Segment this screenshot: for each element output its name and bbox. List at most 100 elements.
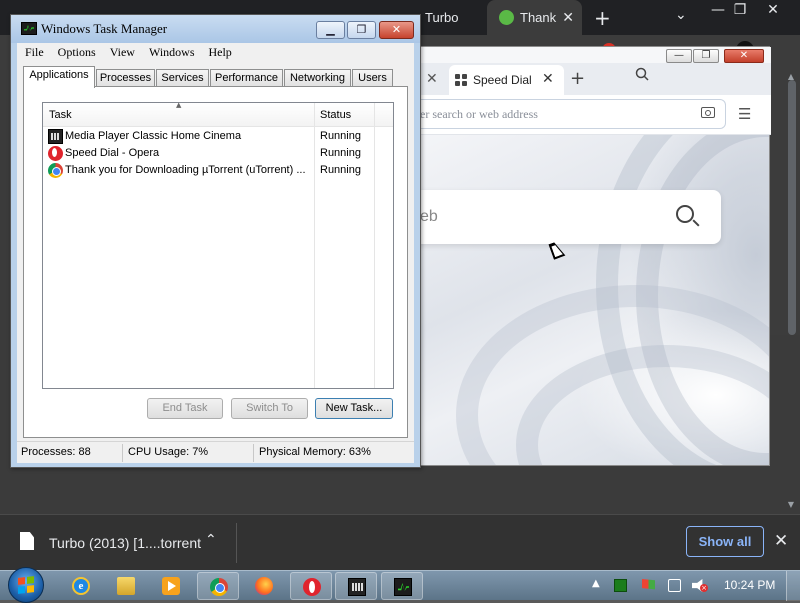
settings-sliders-icon[interactable]: ☰ [738,105,751,123]
utorrent-icon [499,10,514,25]
chrome-tab-label: Turbo [425,10,459,25]
search-icon[interactable] [676,205,694,223]
task-manager-body: File Options View Windows Help Applicati… [17,43,414,463]
tab-close-icon[interactable]: ✕ [562,9,574,26]
taskbar-explorer[interactable] [105,572,147,600]
menu-bar: File Options View Windows Help [17,43,414,61]
tab-performance[interactable]: Performance [210,69,283,87]
task-status: Running [320,147,361,159]
new-tab-button[interactable]: + [570,68,585,89]
taskbar-chrome[interactable] [197,572,239,600]
tab-networking[interactable]: Networking [284,69,351,87]
table-row[interactable]: Media Player Classic Home Cinema Running [43,128,393,145]
chevron-up-icon[interactable]: ⌃ [205,532,217,548]
chrome-close-button[interactable]: ✕ [758,0,788,20]
tab-services[interactable]: Services [156,69,209,87]
show-desktop-button[interactable] [786,571,800,601]
minimize-button[interactable]: ▁ [316,21,345,39]
chrome-icon [48,163,63,178]
task-manager-icon [394,578,412,596]
physical-memory: Physical Memory: 63% [259,446,371,458]
chrome-restore-button[interactable]: ❐ [725,0,755,20]
task-manager-titlebar[interactable]: Windows Task Manager ▁ ❐ ✕ [11,15,420,43]
opera-titlebar: — ❐ ✕ [416,47,771,63]
taskbar-mpc[interactable] [335,572,377,600]
opera-close-button[interactable]: ✕ [724,49,764,63]
taskbar-firefox[interactable] [243,572,285,600]
show-all-button[interactable]: Show all [686,526,764,557]
opera-icon [48,146,63,161]
status-divider [122,444,123,462]
chrome-icon [210,578,228,596]
menu-file[interactable]: File [25,43,44,61]
scroll-up-arrow-icon[interactable]: ▲ [788,72,794,81]
search-tabs-icon[interactable] [635,67,649,85]
divider [236,523,237,563]
tab-close-icon[interactable]: ✕ [542,71,554,87]
muted-icon: × [700,584,708,592]
column-header-task[interactable]: Task [49,109,72,121]
tab-users[interactable]: Users [352,69,393,87]
close-download-bar-icon[interactable]: ✕ [774,531,788,551]
chrome-tab-label: Thank [520,10,557,25]
address-input[interactable]: er search or web address [416,99,726,129]
speed-dial-search-box[interactable]: eb [416,190,721,244]
mpc-icon [348,578,366,596]
cpu-usage: CPU Usage: 7% [128,446,209,458]
search-input[interactable]: eb [420,208,438,226]
taskbar-internet-explorer[interactable]: e [60,572,102,600]
network-icon[interactable] [668,579,681,592]
column-header-status[interactable]: Status [320,109,351,121]
clock[interactable]: 10:24 PM [724,578,775,592]
end-task-button[interactable]: End Task [147,398,223,419]
scroll-down-arrow-icon[interactable]: ▼ [788,500,794,509]
task-manager-window: Windows Task Manager ▁ ❐ ✕ File Options … [10,14,421,468]
task-name: Media Player Classic Home Cinema [65,130,242,142]
start-button[interactable] [8,567,44,603]
taskbar-task-manager[interactable] [381,572,423,600]
tab-search-dropdown-icon[interactable]: ⌄ [675,7,687,23]
applications-panel: Task ▲ Status Media Player Classic Home … [23,86,408,438]
download-file-name[interactable]: Turbo (2013) [1....torrent [49,535,201,551]
sort-ascending-icon: ▲ [176,101,182,109]
download-bar: Turbo (2013) [1....torrent ⌃ Show all ✕ [0,514,800,570]
mpc-icon [48,129,63,144]
table-row[interactable]: Speed Dial - Opera Running [43,145,393,162]
list-header: Task ▲ Status [43,101,393,127]
switch-to-button[interactable]: Switch To [231,398,308,419]
opera-address-bar: er search or web address ☰ [416,95,771,135]
taskbar-media-player[interactable] [150,572,192,600]
task-name: Speed Dial - Opera [65,147,160,159]
close-icon[interactable]: ✕ [426,71,438,87]
menu-help[interactable]: Help [208,43,231,61]
window-title: Windows Task Manager [41,21,168,36]
menu-view[interactable]: View [110,43,135,61]
tab-label: Speed Dial [473,73,532,87]
applications-list[interactable]: Task ▲ Status Media Player Classic Home … [42,101,394,389]
close-button[interactable]: ✕ [379,21,414,39]
task-status: Running [320,164,361,176]
chrome-tab-thank[interactable]: Thank ✕ [487,0,582,35]
tab-processes[interactable]: Processes [96,69,155,87]
scrollbar-thumb[interactable] [788,80,796,335]
taskbar-opera[interactable] [290,572,332,600]
action-center-flag-icon[interactable] [642,579,655,590]
opera-restore-button[interactable]: ❐ [693,49,719,63]
opera-minimize-button[interactable]: — [666,49,692,63]
new-tab-button[interactable]: + [594,6,611,30]
table-row[interactable]: Thank you for Downloading µTorrent (uTor… [43,162,393,179]
show-hidden-icons-icon[interactable]: ▲ [592,578,600,589]
utorrent-tray-icon[interactable] [614,579,627,592]
firefox-icon [255,577,273,595]
restore-button[interactable]: ❐ [347,21,376,39]
windows-logo-icon [18,576,34,594]
internet-explorer-icon: e [72,577,90,595]
file-icon [20,532,34,550]
tab-applications[interactable]: Applications [23,66,95,88]
new-task-button[interactable]: New Task... [315,398,393,419]
opera-icon [303,578,321,596]
camera-icon[interactable] [701,107,715,118]
speed-dial-grid-icon [455,74,467,86]
menu-options[interactable]: Options [58,43,96,61]
menu-windows[interactable]: Windows [149,43,195,61]
